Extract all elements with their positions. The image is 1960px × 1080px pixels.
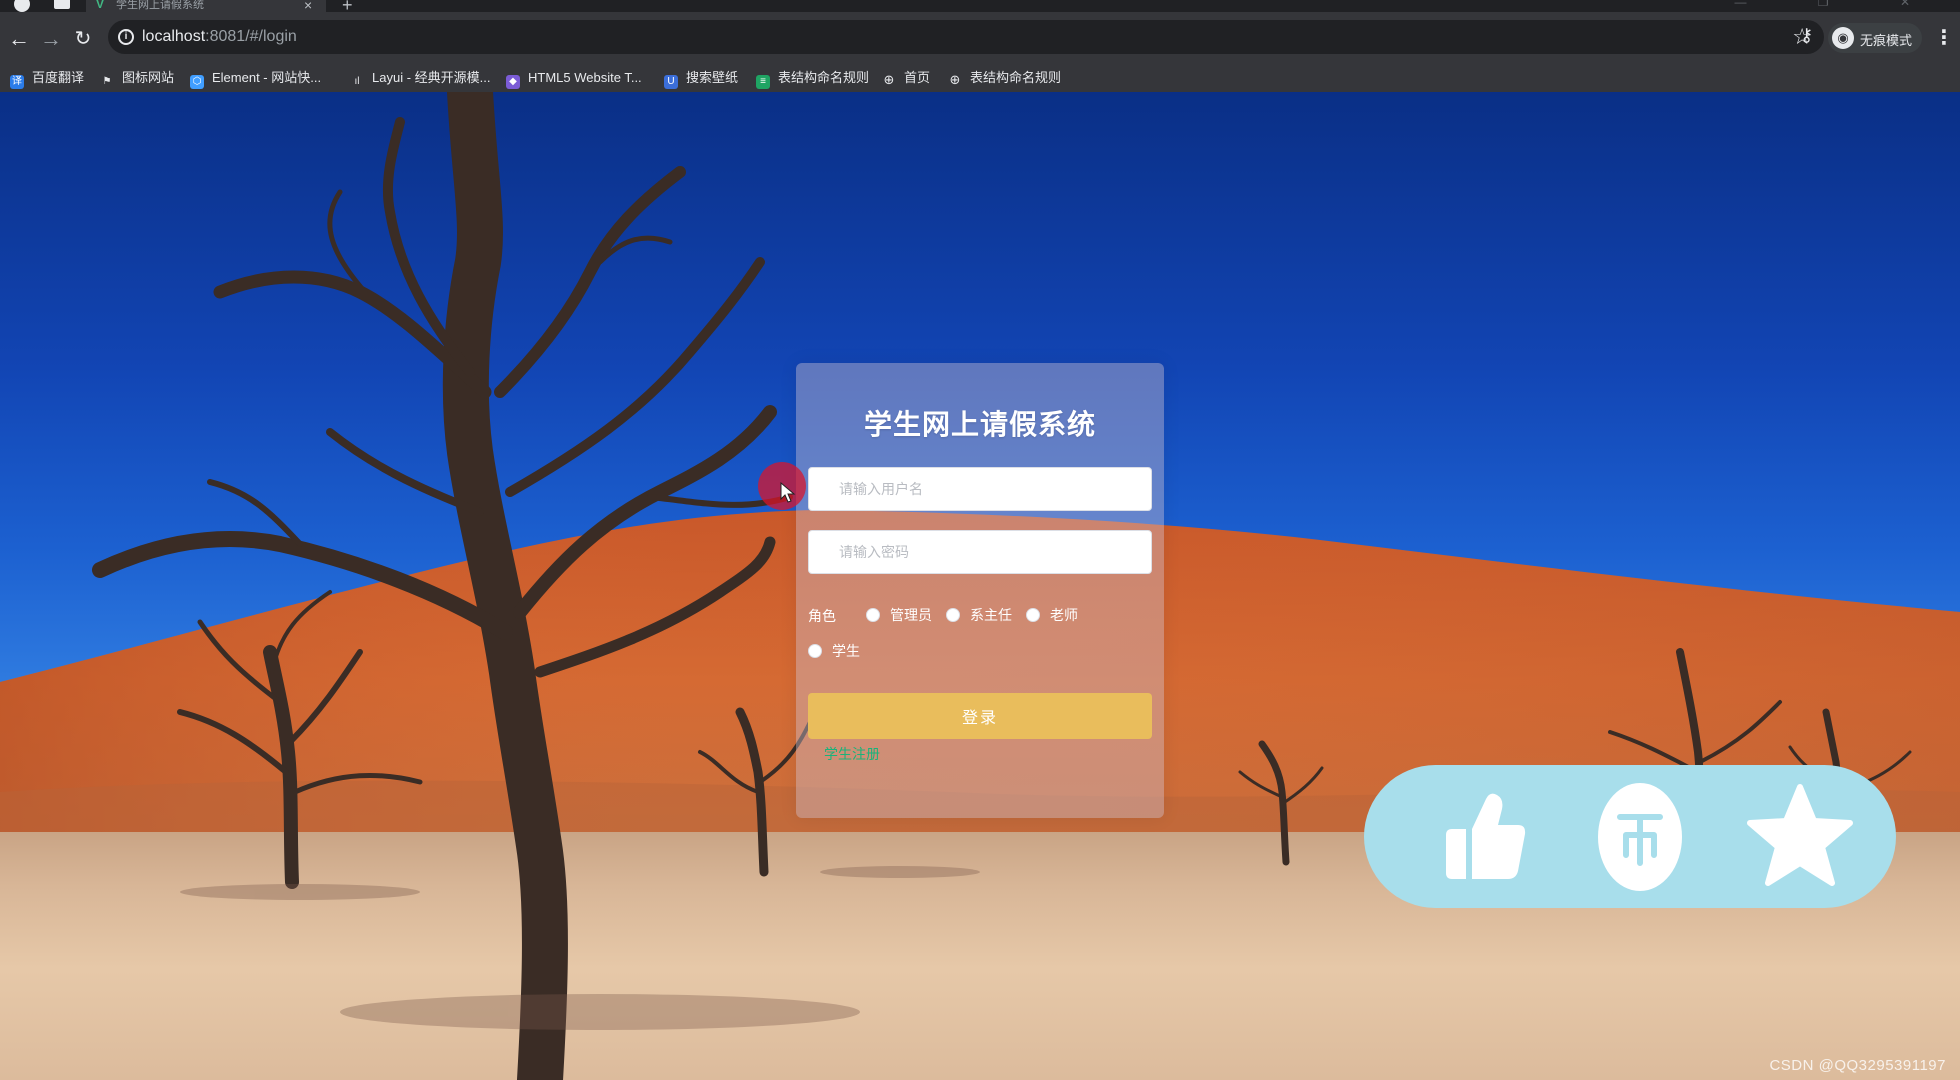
- browser-tab-strip: V 学生网上请假系统 × + — ❐ ✕: [0, 0, 1960, 14]
- mouse-cursor-icon: [780, 482, 796, 503]
- tab-close-icon[interactable]: ×: [304, 0, 312, 12]
- bookmark-item[interactable]: ⊕ 表结构命名规则: [948, 68, 1061, 88]
- coin-icon[interactable]: [1582, 779, 1698, 895]
- incognito-icon: ◉: [1832, 27, 1854, 49]
- role-radio-student[interactable]: 学生: [808, 642, 860, 660]
- html5-icon: ◆: [506, 75, 520, 89]
- vue-logo-icon: V: [96, 0, 105, 11]
- star-icon[interactable]: [1742, 779, 1858, 895]
- forward-icon[interactable]: →: [40, 28, 62, 50]
- translate-icon: 译: [10, 75, 24, 89]
- wallpaper-icon: U: [664, 75, 678, 89]
- browser-toolbar: ← → ↻ i localhost:8081/#/login ☆ ⚷ ◉ 无痕模…: [0, 12, 1960, 66]
- bookmark-label: 表结构命名规则: [970, 70, 1062, 85]
- bookmark-label: 首页: [904, 70, 931, 85]
- bookmark-label: Element - 网站快...: [212, 70, 322, 85]
- login-card: 学生网上请假系统 角色 管理员 系主任 老师 学生 登录 学生注册: [796, 363, 1164, 818]
- flag-icon: ⚑: [102, 76, 112, 87]
- bookmark-item[interactable]: ⬡ Element - 网站快...: [190, 68, 322, 89]
- radio-circle-icon: [946, 608, 960, 622]
- back-icon[interactable]: ←: [8, 28, 30, 50]
- url-text[interactable]: localhost:8081/#/login: [142, 28, 297, 46]
- tab-search-icon[interactable]: [54, 0, 70, 9]
- bookmark-item[interactable]: U 搜索壁纸: [664, 68, 739, 89]
- globe-icon: ⊕: [949, 72, 961, 87]
- sheet-icon: ≡: [756, 75, 770, 89]
- bookmark-label: HTML5 Website T...: [528, 70, 642, 85]
- thumbs-up-icon[interactable]: [1422, 779, 1538, 895]
- tab-title: 学生网上请假系统: [116, 0, 204, 11]
- browser-tab[interactable]: V 学生网上请假系统: [86, 0, 326, 12]
- chrome-logo-icon: [14, 0, 30, 12]
- password-key-icon[interactable]: ⚷: [1800, 25, 1813, 46]
- bookmark-item[interactable]: ≡ 表结构命名规则: [756, 68, 870, 89]
- bookmark-item[interactable]: ⚑ 图标网站: [100, 68, 175, 88]
- role-radio-label: 学生: [832, 643, 860, 659]
- bookmarks-bar: 译百度翻译 ⚑ 图标网站 ⬡ Element - 网站快... ıl Layui - …: [0, 66, 1960, 92]
- bookmark-label: 图标网站: [122, 70, 175, 85]
- bookmark-label: 表结构命名规则: [778, 70, 870, 85]
- role-radio-label: 老师: [1050, 607, 1078, 623]
- element-icon: ⬡: [190, 75, 204, 89]
- role-radio-label: 系主任: [970, 607, 1012, 623]
- window-controls[interactable]: — ❐ ✕: [1735, 0, 1944, 9]
- bookmark-label: 搜索壁纸: [686, 70, 739, 85]
- role-radio-dean[interactable]: 系主任: [946, 606, 1012, 624]
- page-viewport: 学生网上请假系统 角色 管理员 系主任 老师 学生 登录 学生注册 CSDN @…: [0, 92, 1960, 1080]
- site-info-icon[interactable]: i: [118, 29, 134, 45]
- role-label: 角色: [808, 608, 836, 624]
- url-path: :8081/#/login: [205, 28, 297, 45]
- address-bar[interactable]: i localhost:8081/#/login ☆: [108, 20, 1824, 54]
- bookmark-label: Layui - 经典开源模...: [372, 70, 491, 85]
- radio-circle-icon: [808, 644, 822, 658]
- csdn-watermark: CSDN @QQ3295391197: [1769, 1057, 1946, 1074]
- browser-menu-icon[interactable]: ⋮: [1934, 25, 1954, 50]
- reload-icon[interactable]: ↻: [72, 28, 94, 50]
- password-input[interactable]: [808, 530, 1152, 574]
- bookmark-item[interactable]: ◆ HTML5 Website T...: [506, 68, 642, 89]
- radio-circle-icon: [866, 608, 880, 622]
- login-button[interactable]: 登录: [808, 693, 1152, 739]
- role-radio-teacher[interactable]: 老师: [1026, 606, 1078, 624]
- radio-circle-icon: [1026, 608, 1040, 622]
- bookmark-label: 百度翻译: [32, 70, 85, 85]
- role-radio-admin[interactable]: 管理员: [866, 606, 932, 624]
- globe-icon: ⊕: [883, 72, 895, 87]
- role-radio-label: 管理员: [890, 607, 932, 623]
- bookmark-item[interactable]: ıl Layui - 经典开源模...: [350, 68, 491, 88]
- login-title: 学生网上请假系统: [863, 409, 1096, 440]
- bookmark-item[interactable]: 译百度翻译: [10, 68, 85, 89]
- username-input[interactable]: [808, 467, 1152, 511]
- incognito-profile-button[interactable]: ◉ 无痕模式: [1828, 23, 1922, 53]
- layui-icon: ıl: [354, 76, 360, 87]
- triple-action-bar: [1364, 765, 1896, 908]
- bookmark-item[interactable]: ⊕ 首页: [882, 68, 930, 88]
- profile-label: 无痕模式: [1860, 33, 1913, 48]
- url-host: localhost: [142, 28, 206, 45]
- student-register-link[interactable]: 学生注册: [824, 744, 880, 764]
